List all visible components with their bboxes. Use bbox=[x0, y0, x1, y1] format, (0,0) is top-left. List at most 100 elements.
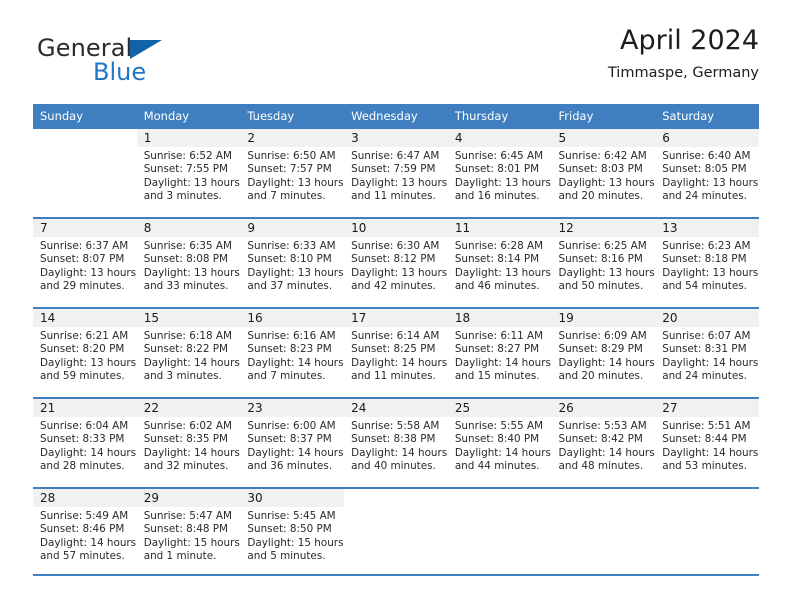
daylight-line2-text: and 20 minutes. bbox=[558, 190, 644, 203]
calendar-day[interactable]: 18 Sunrise: 6:11 AM Sunset: 8:27 PM Dayligh… bbox=[447, 309, 552, 397]
calendar-day[interactable]: 11 Sunrise: 6:28 AM Sunset: 8:14 PM Dayligh… bbox=[447, 219, 552, 307]
daylight-line1-text: Daylight: 13 hours bbox=[351, 176, 448, 189]
calendar-week-row: 1 Sunrise: 6:52 AM Sunset: 7:55 PM Daylight… bbox=[33, 129, 759, 218]
daylight-line1-text: Daylight: 13 hours bbox=[558, 176, 655, 189]
sunset-text: Sunset: 8:07 PM bbox=[40, 253, 125, 266]
sunset-text: Sunset: 8:35 PM bbox=[143, 433, 229, 446]
daylight-line1-text: Daylight: 14 hours bbox=[247, 446, 344, 459]
calendar-day[interactable]: 28 Sunrise: 5:49 AM Sunset: 8:46 PM Dayligh… bbox=[33, 489, 137, 577]
calendar-cell: 17 Sunrise: 6:14 AM Sunset: 8:25 PM Dayligh… bbox=[344, 307, 448, 398]
calendar-week-row: 7 Sunrise: 6:37 AM Sunset: 8:07 PM Daylight… bbox=[33, 217, 759, 308]
calendar-day[interactable]: 13 Sunrise: 6:23 AM Sunset: 8:18 PM Dayligh… bbox=[655, 219, 759, 307]
day-details bbox=[655, 507, 759, 510]
calendar-day[interactable]: 2 Sunrise: 6:50 AM Sunset: 7:57 PM Daylight… bbox=[240, 129, 345, 217]
sunrise-text: Sunrise: 6:04 AM bbox=[40, 420, 129, 432]
calendar-day[interactable]: 8 Sunrise: 6:35 AM Sunset: 8:08 PM Daylight… bbox=[136, 219, 241, 307]
weekday-header-sunday: Sunday bbox=[33, 104, 137, 129]
day-details: Sunrise: 6:47 AM Sunset: 7:59 PM Daylight:… bbox=[344, 147, 448, 204]
sunset-text: Sunset: 8:27 PM bbox=[454, 343, 540, 356]
calendar-day[interactable]: 12 Sunrise: 6:25 AM Sunset: 8:16 PM Dayligh… bbox=[551, 219, 656, 307]
daylight-line1-text: Daylight: 14 hours bbox=[143, 446, 240, 459]
sunset-text: Sunset: 8:16 PM bbox=[558, 253, 643, 266]
sunrise-text: Sunrise: 6:40 AM bbox=[662, 150, 751, 162]
day-details bbox=[448, 507, 552, 510]
day-number: 24 bbox=[344, 399, 448, 417]
calendar-cell bbox=[447, 487, 552, 577]
calendar-day[interactable]: 29 Sunrise: 5:47 AM Sunset: 8:48 PM Dayligh… bbox=[136, 489, 241, 577]
day-details: Sunrise: 6:00 AM Sunset: 8:37 PM Daylight:… bbox=[240, 417, 344, 474]
calendar-day[interactable]: 26 Sunrise: 5:53 AM Sunset: 8:42 PM Dayligh… bbox=[551, 399, 656, 487]
sunrise-text: Sunrise: 6:30 AM bbox=[351, 240, 440, 252]
calendar-day[interactable]: 20 Sunrise: 6:07 AM Sunset: 8:31 PM Dayligh… bbox=[655, 309, 759, 397]
calendar-day[interactable]: 5 Sunrise: 6:42 AM Sunset: 8:03 PM Daylight… bbox=[551, 129, 656, 217]
sunset-text: Sunset: 8:25 PM bbox=[351, 343, 436, 356]
calendar-day[interactable]: 25 Sunrise: 5:55 AM Sunset: 8:40 PM Dayligh… bbox=[447, 399, 552, 487]
daylight-line1-text: Daylight: 13 hours bbox=[247, 266, 344, 279]
sunset-text: Sunset: 8:20 PM bbox=[40, 343, 125, 356]
day-details: Sunrise: 6:21 AM Sunset: 8:20 PM Daylight:… bbox=[33, 327, 137, 384]
sunset-text: Sunset: 8:14 PM bbox=[454, 253, 540, 266]
daylight-line1-text: Daylight: 14 hours bbox=[558, 356, 655, 369]
day-details: Sunrise: 5:55 AM Sunset: 8:40 PM Daylight:… bbox=[448, 417, 552, 474]
sunrise-text: Sunrise: 6:42 AM bbox=[558, 150, 647, 162]
day-number: 23 bbox=[240, 399, 345, 417]
calendar-cell: 29 Sunrise: 5:47 AM Sunset: 8:48 PM Dayligh… bbox=[136, 487, 241, 577]
daylight-line1-text: Daylight: 14 hours bbox=[662, 356, 759, 369]
day-details bbox=[552, 507, 656, 510]
calendar-day[interactable]: 14 Sunrise: 6:21 AM Sunset: 8:20 PM Dayligh… bbox=[33, 309, 137, 397]
calendar-day[interactable]: 16 Sunrise: 6:16 AM Sunset: 8:23 PM Dayligh… bbox=[240, 309, 345, 397]
calendar-day[interactable]: 17 Sunrise: 6:14 AM Sunset: 8:25 PM Dayligh… bbox=[344, 309, 448, 397]
daylight-line1-text: Daylight: 14 hours bbox=[454, 356, 551, 369]
day-details bbox=[33, 147, 137, 150]
daylight-line2-text: and 28 minutes. bbox=[40, 460, 125, 473]
daylight-line2-text: and 3 minutes. bbox=[143, 370, 222, 383]
day-number: 10 bbox=[344, 219, 448, 237]
daylight-line1-text: Daylight: 14 hours bbox=[558, 446, 655, 459]
day-number: 9 bbox=[240, 219, 345, 237]
day-details: Sunrise: 6:11 AM Sunset: 8:27 PM Daylight:… bbox=[448, 327, 552, 384]
sunrise-text: Sunrise: 6:11 AM bbox=[454, 330, 544, 342]
sunset-text: Sunset: 7:55 PM bbox=[143, 163, 229, 176]
sunset-text: Sunset: 8:10 PM bbox=[247, 253, 332, 266]
calendar-day[interactable]: 7 Sunrise: 6:37 AM Sunset: 8:07 PM Daylight… bbox=[33, 219, 137, 307]
calendar-day[interactable]: 3 Sunrise: 6:47 AM Sunset: 7:59 PM Daylight… bbox=[344, 129, 448, 217]
daylight-line2-text: and 37 minutes. bbox=[247, 280, 333, 293]
calendar-day[interactable]: 6 Sunrise: 6:40 AM Sunset: 8:05 PM Daylight… bbox=[655, 129, 759, 217]
daylight-line2-text: and 32 minutes. bbox=[143, 460, 229, 473]
daylight-line2-text: and 36 minutes. bbox=[247, 460, 333, 473]
calendar-day[interactable]: 4 Sunrise: 6:45 AM Sunset: 8:01 PM Daylight… bbox=[447, 129, 552, 217]
calendar-day[interactable]: 10 Sunrise: 6:30 AM Sunset: 8:12 PM Dayligh… bbox=[344, 219, 448, 307]
day-details: Sunrise: 5:51 AM Sunset: 8:44 PM Daylight:… bbox=[655, 417, 759, 474]
sunrise-text: Sunrise: 6:07 AM bbox=[662, 330, 751, 342]
calendar-day[interactable]: 15 Sunrise: 6:18 AM Sunset: 8:22 PM Dayligh… bbox=[136, 309, 241, 397]
general-blue-logo[interactable]: General Blue bbox=[37, 34, 217, 90]
calendar-day[interactable]: 9 Sunrise: 6:33 AM Sunset: 8:10 PM Daylight… bbox=[240, 219, 345, 307]
sunset-text: Sunset: 8:44 PM bbox=[662, 433, 747, 446]
daylight-line1-text: Daylight: 13 hours bbox=[351, 266, 448, 279]
calendar-cell: 18 Sunrise: 6:11 AM Sunset: 8:27 PM Dayligh… bbox=[447, 307, 552, 398]
calendar-day[interactable]: 30 Sunrise: 5:45 AM Sunset: 8:50 PM Dayligh… bbox=[240, 489, 345, 577]
daylight-line2-text: and 50 minutes. bbox=[558, 280, 644, 293]
calendar-header-row: Sunday Monday Tuesday Wednesday Thursday… bbox=[33, 104, 759, 129]
sunrise-text: Sunrise: 5:45 AM bbox=[247, 510, 336, 522]
daylight-line2-text: and 42 minutes. bbox=[351, 280, 436, 293]
calendar-day[interactable]: 19 Sunrise: 6:09 AM Sunset: 8:29 PM Dayligh… bbox=[551, 309, 656, 397]
calendar-day[interactable]: 27 Sunrise: 5:51 AM Sunset: 8:44 PM Dayligh… bbox=[655, 399, 759, 487]
daylight-line1-text: Daylight: 13 hours bbox=[454, 266, 551, 279]
calendar-cell: 28 Sunrise: 5:49 AM Sunset: 8:46 PM Dayligh… bbox=[33, 487, 137, 577]
daylight-line2-text: and 1 minute. bbox=[143, 550, 217, 563]
day-number: 7 bbox=[33, 219, 137, 237]
calendar-cell: 14 Sunrise: 6:21 AM Sunset: 8:20 PM Dayligh… bbox=[33, 307, 137, 398]
sunset-text: Sunset: 8:22 PM bbox=[143, 343, 229, 356]
calendar-day[interactable]: 23 Sunrise: 6:00 AM Sunset: 8:37 PM Dayligh… bbox=[240, 399, 345, 487]
daylight-line2-text: and 3 minutes. bbox=[143, 190, 222, 203]
day-details: Sunrise: 6:45 AM Sunset: 8:01 PM Daylight:… bbox=[448, 147, 552, 204]
day-number: 11 bbox=[447, 219, 552, 237]
daylight-line1-text: Daylight: 13 hours bbox=[662, 176, 759, 189]
sunset-text: Sunset: 8:01 PM bbox=[454, 163, 540, 176]
calendar-day[interactable]: 24 Sunrise: 5:58 AM Sunset: 8:38 PM Dayligh… bbox=[344, 399, 448, 487]
daylight-line1-text: Daylight: 13 hours bbox=[40, 356, 137, 369]
calendar-day[interactable]: 21 Sunrise: 6:04 AM Sunset: 8:33 PM Dayligh… bbox=[33, 399, 137, 487]
calendar-day[interactable]: 1 Sunrise: 6:52 AM Sunset: 7:55 PM Daylight… bbox=[136, 129, 241, 217]
calendar-day[interactable]: 22 Sunrise: 6:02 AM Sunset: 8:35 PM Dayligh… bbox=[136, 399, 241, 487]
